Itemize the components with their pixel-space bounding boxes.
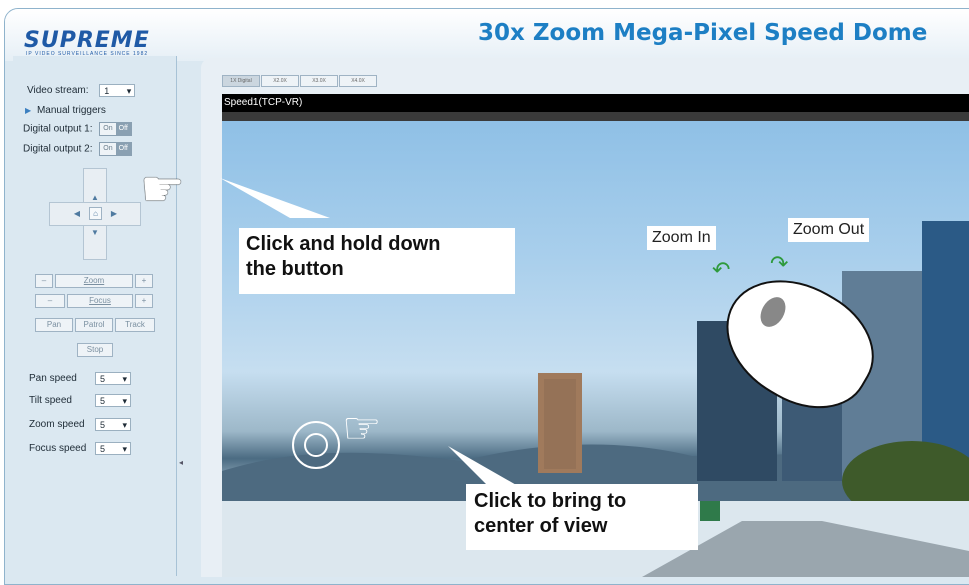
video-stream-select[interactable]: 1: [99, 84, 136, 98]
control-sidebar: Video stream: 1 ▶ Manual triggers Digita…: [13, 56, 183, 576]
zoom-out-label: Zoom Out: [788, 218, 870, 242]
pointing-hand-icon: ☞: [342, 404, 382, 453]
digital-output-1-row: Digital output 1: On Off: [23, 122, 132, 136]
zoom-out-button[interactable]: –: [35, 274, 53, 288]
focus-speed-row: Focus speed 5: [29, 442, 131, 456]
zoom-in-button[interactable]: +: [135, 274, 153, 288]
tab-2x[interactable]: X2.0X: [261, 75, 299, 87]
focus-speed-select[interactable]: 5: [95, 442, 131, 456]
off-option[interactable]: Off: [115, 123, 131, 135]
callout-click-center-line2: center of view: [474, 515, 608, 537]
on-option[interactable]: On: [100, 143, 116, 155]
digital-output-2-row: Digital output 2: On Off: [23, 142, 132, 156]
focus-speed-label: Focus speed: [29, 443, 87, 455]
tilt-speed-label: Tilt speed: [29, 395, 72, 407]
video-stream-label: Video stream:: [27, 85, 89, 97]
patrol-button[interactable]: Patrol: [75, 318, 113, 332]
tab-3x[interactable]: X3.0X: [300, 75, 338, 87]
callout-click-center-line1: Click to bring to: [474, 490, 627, 512]
target-ring-inner-icon: [304, 433, 328, 457]
focus-near-button[interactable]: –: [35, 294, 65, 308]
collapse-sidebar-icon[interactable]: ◂: [179, 458, 183, 467]
expand-triangle-icon: ▶: [25, 106, 32, 115]
pan-up-arrow-icon[interactable]: ▲: [87, 192, 103, 202]
callout-pointer-2: [448, 446, 518, 486]
pan-down-arrow-icon[interactable]: ▼: [87, 227, 103, 237]
digital-output-1-label: Digital output 1:: [23, 123, 93, 135]
tilt-speed-row: Tilt speed 5: [29, 394, 131, 408]
callout-click-hold-line1: Click and hold down: [246, 233, 441, 255]
zoom-speed-select[interactable]: 5: [95, 418, 131, 432]
tilt-speed-select[interactable]: 5: [95, 394, 131, 408]
manual-triggers-label: Manual triggers: [36, 105, 106, 116]
zoom-in-label: Zoom In: [647, 226, 716, 250]
tab-1x[interactable]: 1X Digital: [222, 75, 260, 87]
digital-output-2-toggle[interactable]: On Off: [99, 142, 132, 156]
home-icon[interactable]: ⌂: [89, 207, 102, 220]
digital-output-1-toggle[interactable]: On Off: [99, 122, 132, 136]
pan-speed-select[interactable]: 5: [95, 372, 131, 386]
zoom-label: Zoom: [55, 274, 133, 288]
digital-zoom-tabs: 1X Digital X2.0X X3.0X X4.0X: [222, 69, 378, 87]
stream-subbar: [222, 112, 969, 121]
rotate-left-arrow-icon: ↶: [712, 257, 731, 282]
zoom-speed-label: Zoom speed: [29, 419, 85, 431]
rotate-right-arrow-icon: ↷: [770, 251, 789, 276]
video-stream-row: Video stream: 1: [27, 84, 136, 98]
pan-button[interactable]: Pan: [35, 318, 73, 332]
callout-click-center: Click to bring to center of view: [466, 484, 698, 550]
focus-label: Focus: [67, 294, 133, 308]
callout-click-hold: Click and hold down the button: [239, 228, 515, 294]
manual-triggers-toggle[interactable]: ▶ Manual triggers: [25, 105, 106, 116]
track-button[interactable]: Track: [115, 318, 155, 332]
callout-pointer-1: [220, 178, 330, 218]
pan-right-arrow-icon[interactable]: ▶: [108, 208, 120, 220]
on-option[interactable]: On: [100, 123, 116, 135]
callout-click-hold-line2: the button: [246, 258, 344, 280]
stream-title-bar: Speed1(TCP-VR): [222, 94, 969, 112]
zoom-speed-row: Zoom speed 5: [29, 418, 131, 432]
focus-far-button[interactable]: +: [135, 294, 153, 308]
off-option[interactable]: Off: [115, 143, 131, 155]
pan-speed-label: Pan speed: [29, 373, 77, 385]
digital-output-2-label: Digital output 2:: [23, 143, 93, 155]
pan-speed-row: Pan speed 5: [29, 372, 131, 386]
pan-left-arrow-icon[interactable]: ◀: [71, 208, 83, 220]
page-title: 30x Zoom Mega-Pixel Speed Dome: [478, 20, 928, 46]
tab-4x[interactable]: X4.0X: [339, 75, 377, 87]
hand-pointer-icon: ☛: [140, 161, 185, 217]
stop-button[interactable]: Stop: [77, 343, 113, 357]
brand-logo: SUPREME: [24, 28, 150, 53]
